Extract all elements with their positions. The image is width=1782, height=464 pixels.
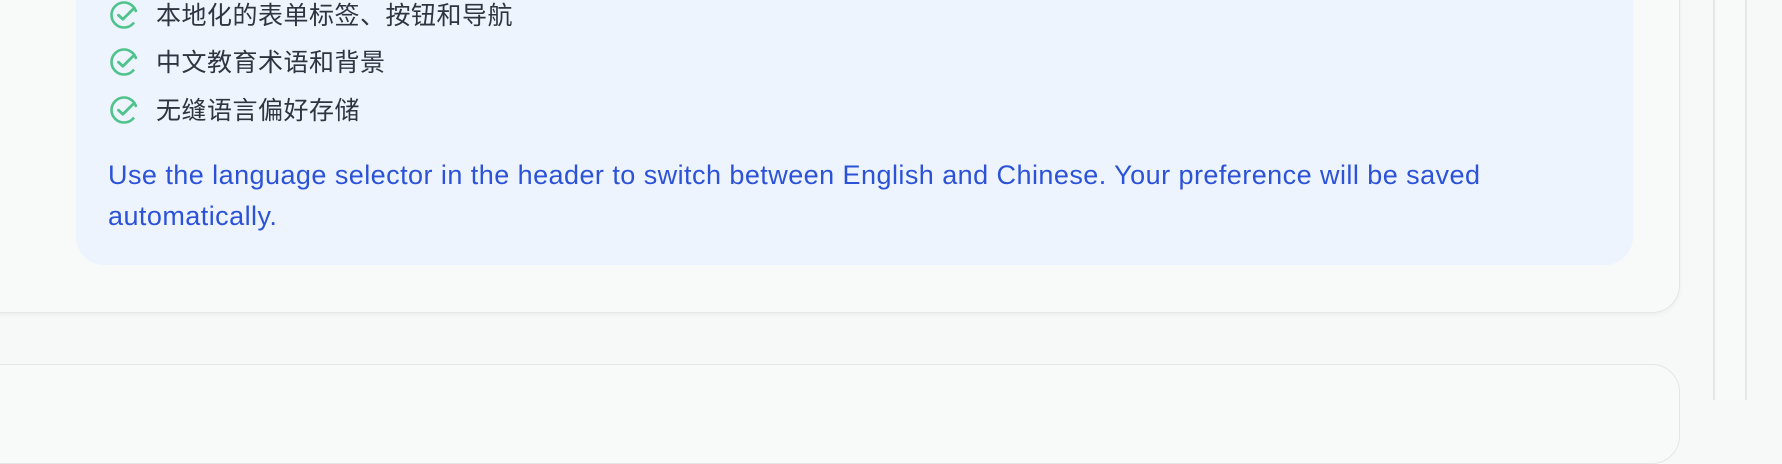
feature-item: 本地化的表单标签、按钮和导航 bbox=[108, 0, 668, 31]
check-circle-icon bbox=[108, 0, 140, 31]
feature-label: 中文教育术语和背景 bbox=[156, 47, 386, 77]
language-selector-note: Use the language selector in the header … bbox=[108, 160, 1481, 231]
feature-label: 无缝语言偏好存储 bbox=[156, 95, 361, 125]
feature-item: 无缝语言偏好存储 bbox=[108, 94, 668, 126]
feature-item: 中文教育术语和背景 bbox=[108, 46, 668, 78]
next-card bbox=[0, 364, 1680, 464]
check-circle-icon bbox=[108, 94, 140, 126]
check-circle-icon bbox=[108, 46, 140, 78]
feature-label: 本地化的表单标签、按钮和导航 bbox=[156, 0, 514, 30]
vertical-scrollbar[interactable] bbox=[1713, 0, 1747, 400]
